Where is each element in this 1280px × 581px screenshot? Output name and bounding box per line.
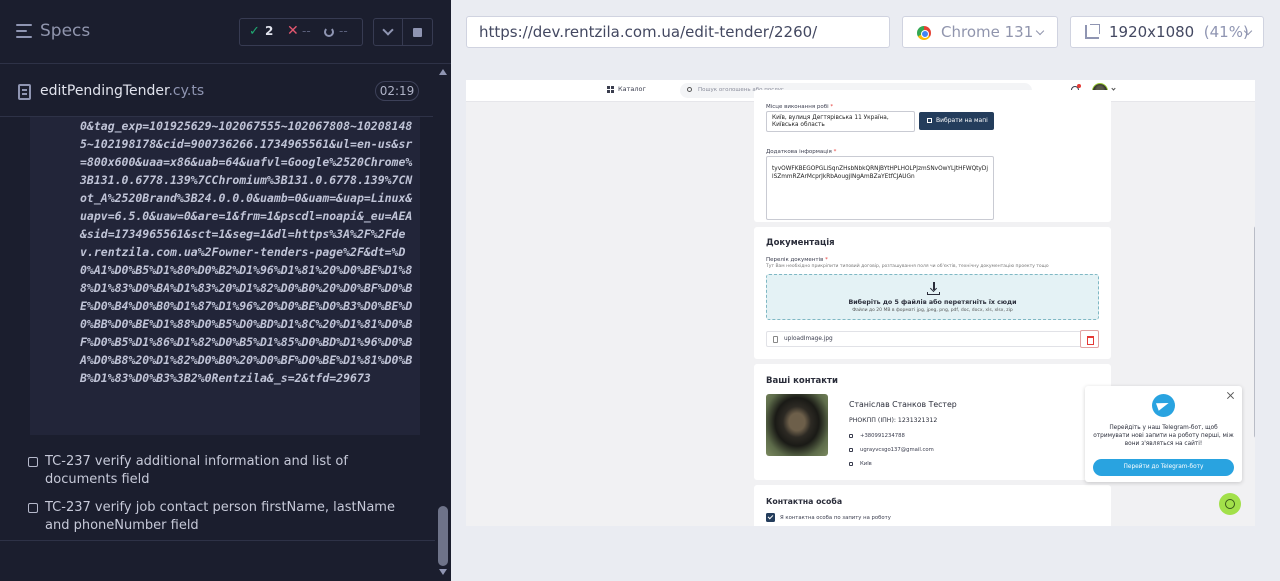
log-text: 0&tag_exp=101925629~102067555~102067808~… xyxy=(80,119,413,385)
additional-info-textarea[interactable]: tyvOWFKBEGOPGLiSqnZHsbNbkQRNjBYtHPLHOLPJ… xyxy=(766,156,994,220)
map-icon xyxy=(927,118,932,123)
passed-count: 2 xyxy=(265,24,274,38)
contacts-title: Ваші контакти xyxy=(766,376,838,386)
passed-check-icon: ✓ xyxy=(249,24,260,39)
documents-card: Документація Перелік документів * Тут Ва… xyxy=(754,227,1111,359)
spec-filename: editPendingTender.cy.ts xyxy=(40,83,205,99)
failed-count: -- xyxy=(302,24,311,38)
collapse-chevron-button[interactable] xyxy=(373,18,403,46)
browser-selector[interactable]: Chrome 131 xyxy=(902,16,1058,48)
scroll-up-icon[interactable] xyxy=(439,69,447,75)
viewport-label: 1920x1080 (41%) xyxy=(1109,23,1249,41)
pending-spinner-icon xyxy=(324,27,334,37)
mail-icon xyxy=(849,448,853,452)
file-icon xyxy=(18,84,31,100)
contact-name: Станіслав Станков Тестер xyxy=(849,400,957,409)
divider xyxy=(0,540,435,541)
uploaded-file: uploadImage.jpg xyxy=(766,331,1089,347)
chevron-down-icon[interactable] xyxy=(1111,86,1116,91)
test-status-icon xyxy=(28,457,38,467)
app-scrollbar[interactable] xyxy=(1253,102,1255,526)
chrome-icon xyxy=(917,26,931,40)
contact-avatar xyxy=(766,394,828,456)
aut-panel: https://dev.rentzila.com.ua/edit-tender/… xyxy=(451,0,1280,581)
pending-count: -- xyxy=(339,24,348,38)
scroll-down-icon[interactable] xyxy=(439,569,447,575)
file-icon xyxy=(773,336,778,343)
spec-file-row[interactable]: editPendingTender.cy.ts 02:19 xyxy=(0,65,433,117)
documents-label: Перелік документів * xyxy=(766,257,828,263)
download-tray xyxy=(927,292,940,295)
choose-on-map-button[interactable]: Вибрати на мапі xyxy=(919,112,994,130)
phone-icon xyxy=(849,434,853,438)
file-dropzone[interactable]: Виберіть до 5 файлів або перетягніть їх … xyxy=(766,274,1099,320)
reporter-scrollbar[interactable] xyxy=(435,65,451,581)
telegram-icon xyxy=(1152,394,1175,417)
location-card: Місце виконання робі * Київ, вулиця Дегт… xyxy=(754,90,1111,222)
contact-person-title: Контактна особа xyxy=(766,497,843,506)
location-input[interactable]: Київ, вулиця Дегтярівська 11 Україна, Ки… xyxy=(766,111,915,132)
chevron-down-icon xyxy=(1035,26,1045,36)
failed-x-icon: ✕ xyxy=(287,23,299,39)
contact-rnokpp: РНОКПП (ІПН): 1231321312 xyxy=(849,417,938,424)
viewport-selector[interactable]: 1920x1080 (41%) xyxy=(1070,16,1264,48)
test-title: TC-237 verify additional information and… xyxy=(45,454,348,487)
contact-person-checkbox[interactable] xyxy=(766,513,775,522)
app-frame: Каталог Пошук оголошень або послуг Місце… xyxy=(466,80,1255,526)
test-item[interactable]: TC-237 verify additional information and… xyxy=(28,453,423,493)
contact-person-checkbox-label: Я контактна особа по запиту на роботу xyxy=(780,515,891,521)
browser-label: Chrome 131 xyxy=(941,23,1034,41)
dropzone-title: Виберіть до 5 файлів або перетягніть їх … xyxy=(848,299,1017,306)
close-icon[interactable] xyxy=(1226,391,1235,400)
reporter-panel: Specs ✓ 2 ✕ -- -- editPendingTender.cy.t… xyxy=(0,0,451,581)
dropzone-hint: Файли до 20 МВ в форматі jpg, jpeg, png,… xyxy=(852,308,1013,313)
location-pin-icon xyxy=(849,462,853,466)
test-status-icon xyxy=(28,503,38,513)
specs-header: Specs ✓ 2 ✕ -- -- xyxy=(0,0,451,64)
command-log-block: 0&tag_exp=101925629~102067555~102067808~… xyxy=(30,117,420,435)
additional-info-label: Додаткова інформація * xyxy=(766,149,837,155)
specs-list-icon[interactable] xyxy=(16,24,32,38)
contact-person-card: Контактна особа Я контактна особа по зап… xyxy=(754,485,1111,526)
test-title: TC-237 verify job contact person firstNa… xyxy=(45,500,395,533)
telegram-popup: Перейдіть у наш Telegram-бот, щоб отриму… xyxy=(1085,386,1242,482)
test-stats: ✓ 2 ✕ -- -- xyxy=(239,18,363,46)
telegram-button[interactable]: Перейти до Telegram-боту xyxy=(1093,459,1234,476)
search-icon xyxy=(687,87,692,92)
grid-icon xyxy=(607,86,614,93)
spec-duration-badge: 02:19 xyxy=(375,81,419,101)
scroll-thumb[interactable] xyxy=(1254,226,1255,438)
url-bar[interactable]: https://dev.rentzila.com.ua/edit-tender/… xyxy=(466,16,890,48)
stop-button[interactable] xyxy=(403,18,433,46)
catalog-label: Каталог xyxy=(618,85,646,93)
telegram-text: Перейдіть у наш Telegram-бот, щоб отриму… xyxy=(1093,425,1234,447)
chat-button[interactable] xyxy=(1219,493,1241,515)
scroll-thumb[interactable] xyxy=(438,506,448,566)
documents-title: Документація xyxy=(766,238,835,248)
contacts-card: Ваші контакти Станіслав Станков Тестер Р… xyxy=(754,364,1111,480)
documents-hint: Тут Вам необхідно прикріпити типовий дог… xyxy=(766,264,1049,269)
delete-file-button[interactable] xyxy=(1080,330,1099,348)
location-label: Місце виконання робі * xyxy=(766,104,834,110)
test-item[interactable]: TC-237 verify job contact person firstNa… xyxy=(28,499,423,539)
ruler-icon xyxy=(1085,24,1100,39)
specs-title[interactable]: Specs xyxy=(40,21,90,41)
